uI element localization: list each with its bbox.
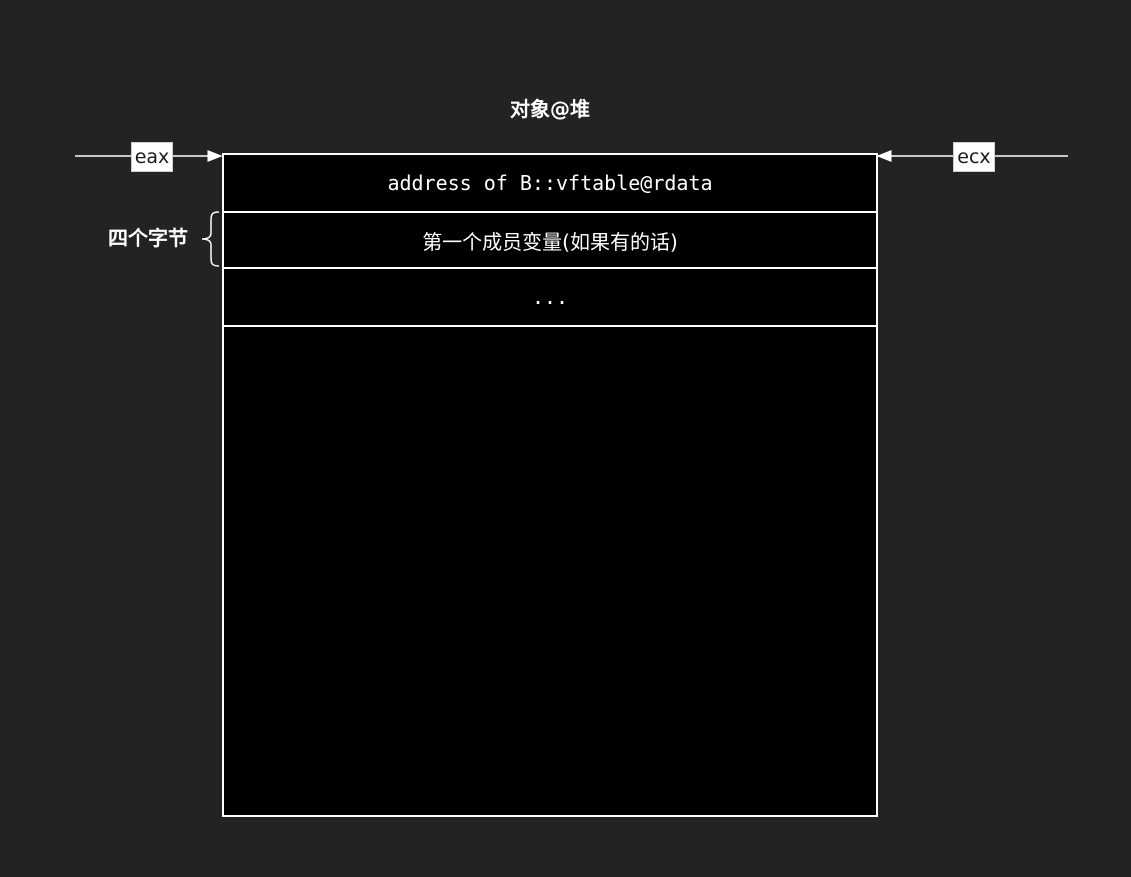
first-member-text: 第一个成员变量(如果有的话): [422, 229, 678, 254]
four-bytes-label: 四个字节: [108, 226, 188, 250]
vftable-address-row: address of B::vftable@rdata: [224, 155, 876, 213]
ellipsis-row: ...: [224, 269, 876, 327]
four-bytes-brace: [201, 211, 220, 267]
vftable-address-text: address of B::vftable@rdata: [387, 171, 713, 195]
eax-register-label: eax: [131, 142, 173, 172]
ellipsis-text: ...: [531, 285, 569, 309]
ecx-register-label: ecx: [953, 142, 995, 172]
heap-object-box: address of B::vftable@rdata 第一个成员变量(如果有的…: [222, 153, 878, 817]
first-member-row: 第一个成员变量(如果有的话): [224, 213, 876, 269]
